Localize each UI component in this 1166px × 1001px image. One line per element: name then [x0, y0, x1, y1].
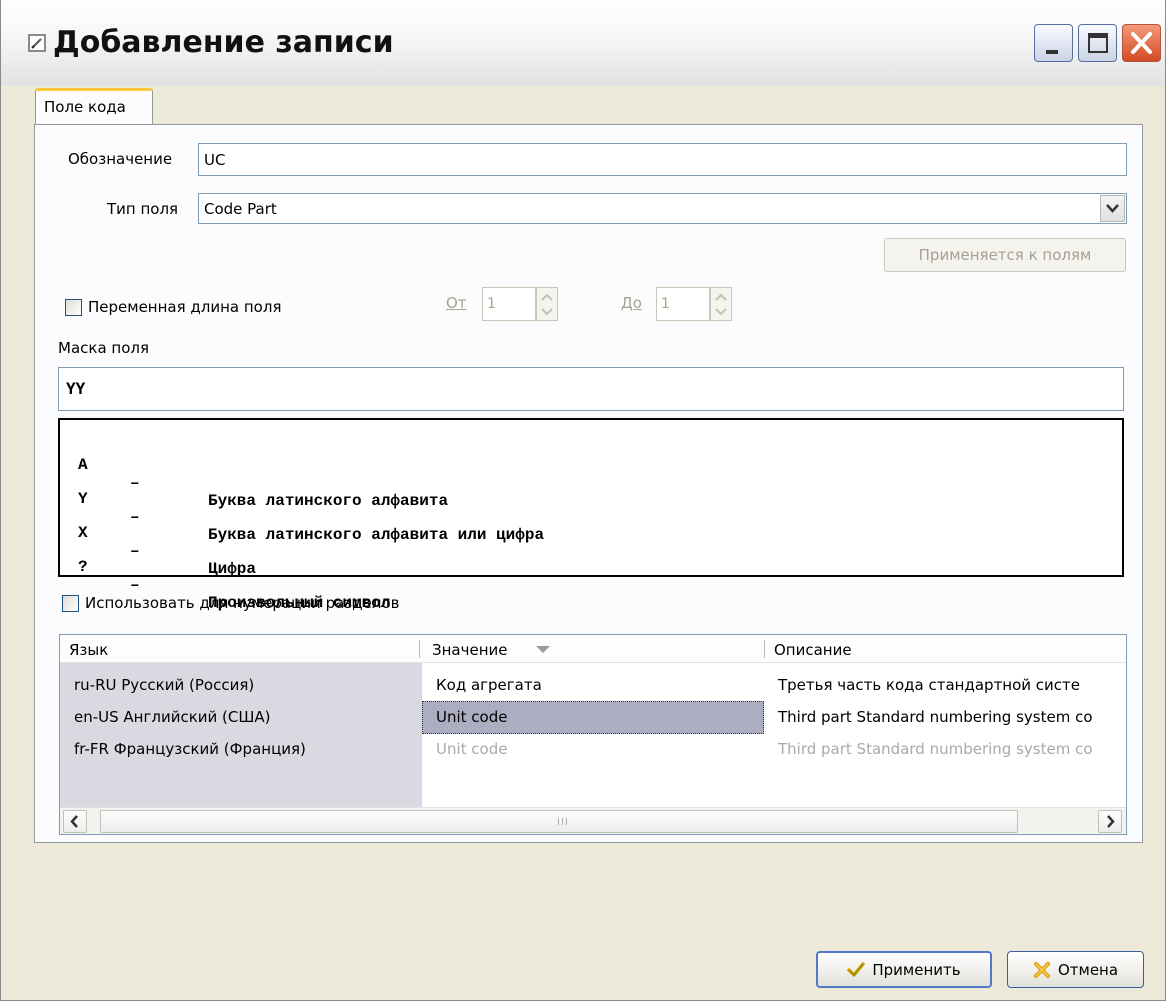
column-header-value[interactable]: Значение — [432, 641, 508, 659]
window-title: Добавление записи — [53, 25, 394, 60]
legend-key: ? — [78, 558, 88, 576]
legend-row: A – Буква латинского алфавита — [78, 438, 448, 510]
cell-language[interactable]: ru-RU Русский (Россия) — [74, 676, 254, 694]
chevron-left-icon — [70, 815, 78, 828]
field-type-value: Code Part — [204, 199, 277, 218]
cell-value[interactable]: Unit code — [436, 708, 507, 726]
checkmark-icon — [847, 961, 866, 977]
scroll-right-button[interactable] — [1098, 810, 1122, 833]
mask-input[interactable]: YY — [58, 367, 1124, 411]
horizontal-scrollbar[interactable]: III — [60, 807, 1126, 834]
legend-text: Цифра — [208, 560, 257, 578]
legend-text: Буква латинского алфавита или цифра — [208, 526, 545, 544]
maximize-button[interactable] — [1078, 24, 1117, 62]
apply-label: Применить — [872, 960, 961, 979]
chevron-down-icon — [1106, 204, 1119, 213]
designation-value: UC — [204, 150, 226, 169]
tab-label: Поле кода — [44, 98, 126, 116]
section-numbering-checkbox[interactable] — [62, 595, 79, 612]
scroll-grip: III — [557, 817, 569, 828]
cell-description[interactable]: Third part Standard numbering system co — [778, 740, 1093, 758]
cell-description[interactable]: Третья часть кода стандартной систе — [778, 676, 1080, 694]
minimize-icon — [1046, 50, 1058, 54]
mask-value: YY — [66, 379, 86, 398]
close-button[interactable] — [1122, 24, 1161, 62]
variable-length-checkbox[interactable] — [65, 299, 82, 316]
variable-length-label: Переменная длина поля — [88, 298, 282, 316]
from-field[interactable]: 1 — [482, 287, 536, 321]
mask-label: Маска поля — [58, 339, 149, 357]
dialog-window: Добавление записи Поле кода Обозначение … — [0, 0, 1166, 1001]
tab-code-field[interactable]: Поле кода — [35, 88, 153, 125]
designation-field[interactable]: UC — [198, 143, 1127, 176]
grid-header: Язык Значение Описание — [60, 635, 1126, 663]
legend-row: Y – Буква латинского алфавита или цифра — [78, 472, 544, 544]
to-value: 1 — [661, 296, 670, 312]
legend-text: Буква латинского алфавита — [208, 492, 449, 510]
spinner-arrows-icon — [715, 293, 727, 316]
legend-row: ? – Произвольный символ — [78, 540, 390, 612]
legend-dash: – — [130, 576, 140, 594]
title-bar[interactable]: Добавление записи — [1, 0, 1165, 86]
cell-language[interactable]: en-US Английский (США) — [74, 708, 271, 726]
cross-icon — [1033, 961, 1050, 978]
from-value: 1 — [487, 296, 496, 312]
scroll-left-button[interactable] — [63, 810, 87, 833]
cancel-button[interactable]: Отмена — [1007, 951, 1144, 988]
applies-to-fields-button[interactable]: Применяется к полям — [884, 238, 1126, 272]
chevron-right-icon — [1107, 815, 1115, 828]
column-header-language[interactable]: Язык — [69, 641, 108, 659]
field-type-select[interactable]: Code Part — [198, 193, 1127, 224]
cell-description[interactable]: Third part Standard numbering system co — [778, 708, 1093, 726]
designation-label: Обозначение — [68, 150, 173, 168]
apply-button[interactable]: Применить — [816, 951, 992, 988]
to-label: До — [621, 294, 642, 312]
maximize-icon — [1088, 33, 1108, 53]
cell-value[interactable]: Код агрегата — [436, 676, 542, 694]
to-field[interactable]: 1 — [656, 287, 710, 321]
sort-desc-icon — [536, 646, 550, 653]
column-separator[interactable] — [419, 640, 420, 658]
minimize-button[interactable] — [1034, 24, 1073, 62]
close-icon — [1131, 32, 1152, 54]
translations-grid: Язык Значение Описание ru-RU Русский (Ро… — [59, 634, 1127, 835]
column-header-description[interactable]: Описание — [774, 641, 852, 659]
field-type-label: Тип поля — [107, 200, 179, 218]
section-numbering-label: Использовать для нумерации разделов — [85, 594, 400, 612]
cell-language[interactable]: fr-FR Французский (Франция) — [74, 740, 306, 758]
dropdown-button[interactable] — [1100, 195, 1125, 222]
edit-icon — [28, 34, 46, 52]
mask-legend: A – Буква латинского алфавита Y – Буква … — [58, 418, 1124, 612]
spinner-arrows-icon — [541, 293, 553, 316]
legend-row: X – Цифра — [78, 506, 256, 578]
column-separator[interactable] — [764, 640, 765, 658]
from-spinner[interactable] — [536, 287, 558, 321]
cancel-label: Отмена — [1057, 960, 1119, 979]
scrollbar-thumb[interactable]: III — [100, 810, 1018, 833]
cell-value[interactable]: Unit code — [436, 740, 507, 758]
to-spinner[interactable] — [710, 287, 732, 321]
from-label: От — [446, 294, 467, 312]
